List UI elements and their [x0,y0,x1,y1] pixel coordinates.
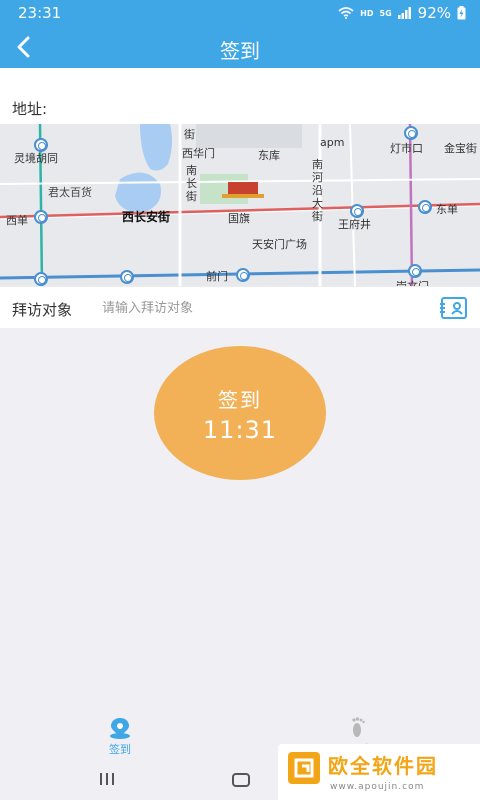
contact-card-icon [440,297,467,319]
address-row: 地址: [0,68,480,124]
watermark-url: www.apoujin.com [330,782,425,792]
contact-card-button[interactable] [440,296,468,320]
battery-percent: 92% [417,4,451,22]
map-label-jie: 街 [184,128,195,141]
location-pin-icon [110,718,130,739]
map-label-guoqi: 国旗 [228,212,250,225]
checkin-button[interactable]: 签到 11:31 [154,346,326,480]
watermark-logo-icon [288,752,320,784]
metro-icon [120,270,134,284]
visit-label: 拜访对象 [12,301,73,319]
network-label: HD [360,8,374,18]
map-label-apm: apm [320,136,345,149]
metro-icon [34,210,48,224]
map-label-xihuamen: 西华门 [182,147,215,160]
checkin-label: 签到 [218,388,262,412]
map-label-dongdan: 东单 [436,203,458,216]
metro-icon [404,126,418,140]
metro-icon [236,268,250,282]
map-label-wangfujing: 王府井 [338,218,371,231]
map-label-xichangan: 西长安街 [122,210,171,224]
network-gen-label: 5G [379,8,392,18]
map-label-donghu: 东库 [258,149,280,162]
watermark: 欧全软件园 www.apoujin.com [278,744,480,800]
tiananmen-building [228,182,258,196]
recent-apps-button[interactable] [98,772,116,790]
metro-icon [418,200,432,214]
status-time: 23:31 [18,4,62,22]
map-label-nanchangjie: 南 长 街 [186,164,197,203]
map-label-chongwenmen: 崇文门 [396,278,429,286]
map-label-linjing: 灵境胡同 [14,152,58,165]
status-bar: 23:31 HD 5G 92% [0,0,480,26]
map-label-dengshikou: 灯市口 [390,142,423,155]
home-button[interactable] [232,773,250,787]
metro-icon [408,264,422,278]
address-label: 地址: [12,100,48,118]
title-bar: 签到 [0,26,480,68]
lake-nanhai [115,172,161,213]
tab-checkin[interactable]: 签到 [60,712,180,762]
recent-apps-icon [100,773,114,785]
page-title: 签到 [220,39,260,63]
metro-icon [34,272,48,286]
checkin-time: 11:31 [202,416,278,444]
map-label-qianmen: 前门 [206,270,228,283]
status-icons: HD 5G 92% [338,4,466,22]
map-label-xidan: 西单 [6,214,28,227]
map-label-tiananmen: 天安门广场 [252,238,307,251]
map-label-nanheyan: 南 河 沿 大 街 [312,158,323,223]
tiananmen-base [222,194,264,198]
battery-icon [457,6,466,20]
footprint-icon [352,717,365,737]
map-label-juntai: 君太百货 [48,186,92,199]
signal-icon [397,7,411,19]
wifi-icon [338,7,354,19]
visit-input[interactable] [102,295,422,321]
lake-zhonghai [140,124,173,171]
map-label-jinbao: 金宝街 [444,142,477,155]
watermark-text: 欧全软件园 [328,754,438,778]
visit-row: 拜访对象 [0,286,480,328]
map-view[interactable]: 灵境胡同 君太百货 西单 西长安街 西华门 东库 街 国旗 天安门广场 前门 a… [0,124,480,286]
tab-label-checkin: 签到 [109,743,131,756]
